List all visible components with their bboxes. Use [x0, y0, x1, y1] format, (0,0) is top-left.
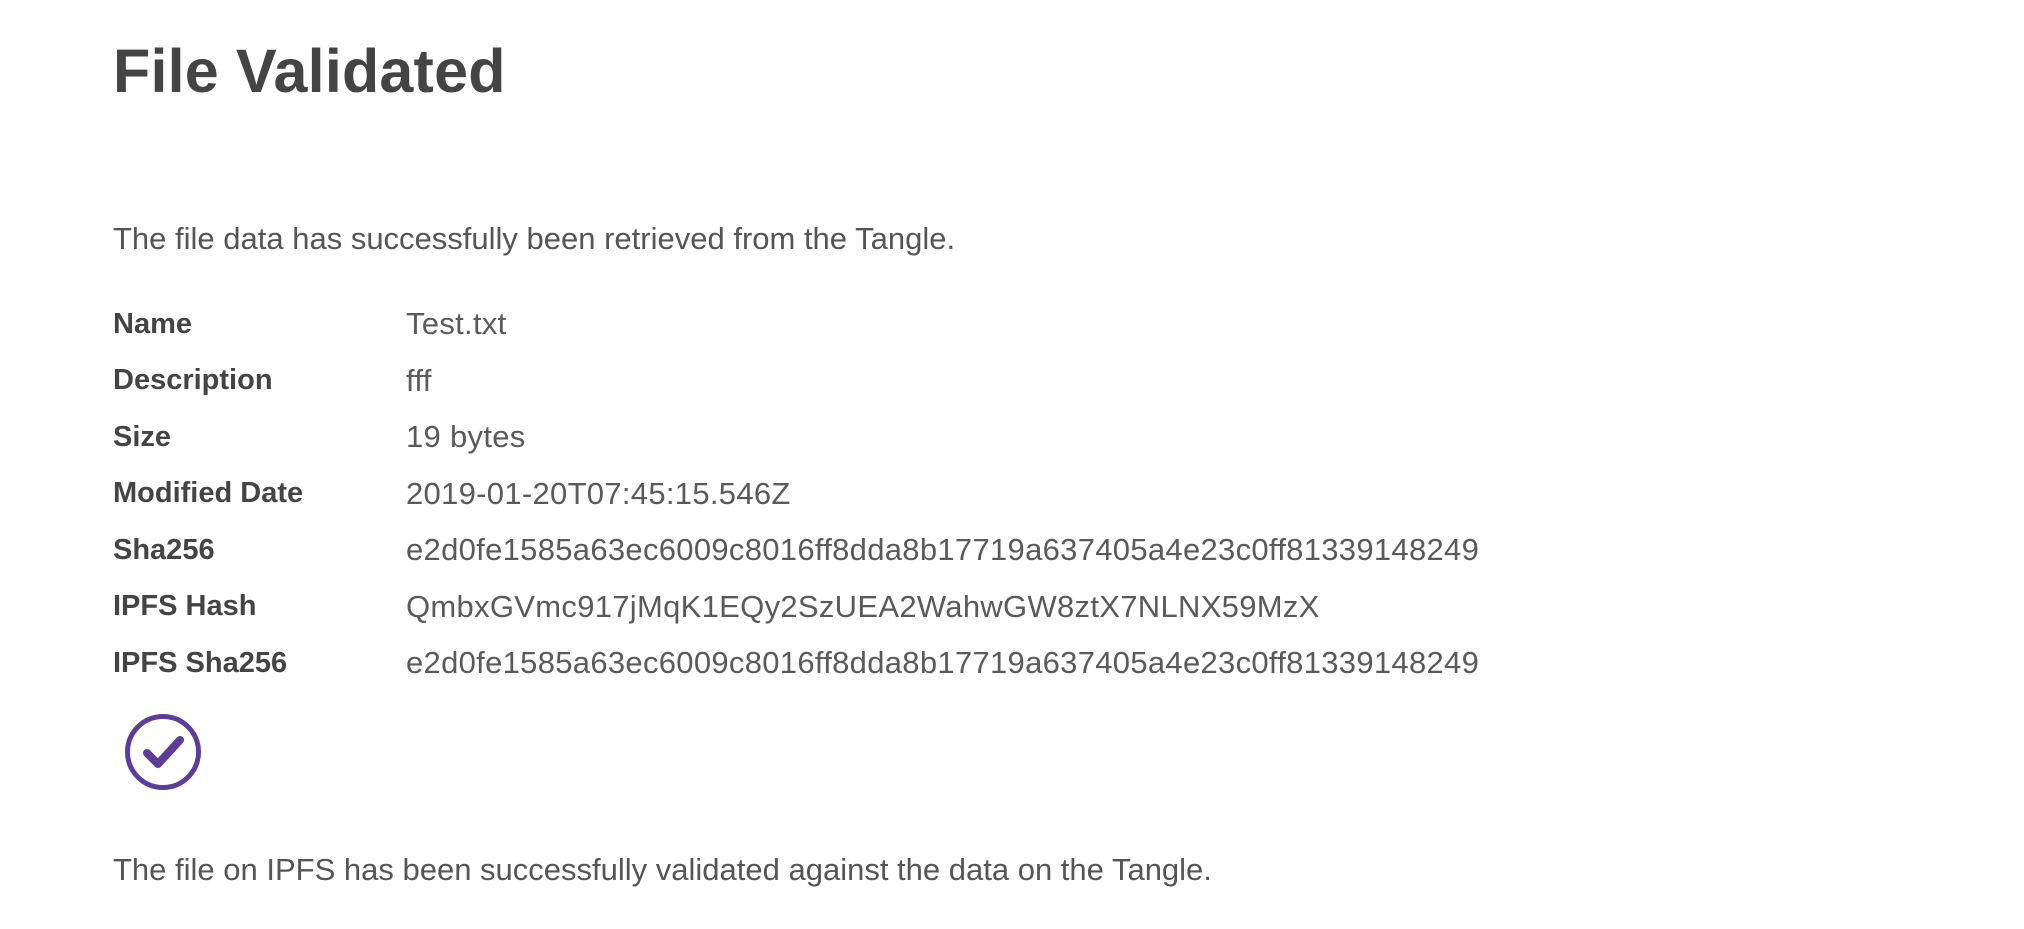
detail-label: Name	[113, 307, 192, 340]
detail-row-ipfs-hash: IPFS Hash QmbxGVmc917jMqK1EQy2SzUEA2Wahw…	[113, 579, 1479, 636]
detail-row-name: Name Test.txt	[113, 296, 1479, 353]
detail-label: IPFS Hash	[113, 590, 257, 623]
detail-value: 19 bytes	[406, 419, 526, 455]
detail-label: Description	[113, 364, 273, 397]
detail-value: 2019-01-20T07:45:15.546Z	[406, 475, 791, 511]
detail-value: Test.txt	[406, 306, 507, 342]
detail-value: QmbxGVmc917jMqK1EQy2SzUEA2WahwGW8ztX7NLN…	[406, 588, 1320, 624]
detail-label: Size	[113, 420, 172, 453]
file-details-list: Name Test.txt Description fff Size 19 by…	[113, 296, 1479, 692]
validated-message: The file on IPFS has been successfully v…	[113, 852, 1212, 887]
detail-row-description: Description fff	[113, 353, 1479, 410]
detail-value: fff	[406, 362, 432, 398]
detail-row-ipfs-sha256: IPFS Sha256 e2d0fe1585a63ec6009c8016ff8d…	[113, 635, 1479, 692]
detail-row-size: Size 19 bytes	[113, 409, 1479, 466]
detail-value: e2d0fe1585a63ec6009c8016ff8dda8b17719a63…	[406, 645, 1480, 681]
detail-label: Sha256	[113, 533, 215, 566]
detail-label: IPFS Sha256	[113, 646, 288, 679]
detail-label: Modified Date	[113, 477, 304, 510]
detail-row-modified-date: Modified Date 2019-01-20T07:45:15.546Z	[113, 466, 1479, 523]
page-title: File Validated	[113, 37, 506, 105]
detail-row-sha256: Sha256 e2d0fe1585a63ec6009c8016ff8dda8b1…	[113, 522, 1479, 579]
check-circle-icon	[123, 712, 203, 792]
retrieved-message: The file data has successfully been retr…	[113, 221, 956, 256]
detail-value: e2d0fe1585a63ec6009c8016ff8dda8b17719a63…	[406, 532, 1480, 568]
